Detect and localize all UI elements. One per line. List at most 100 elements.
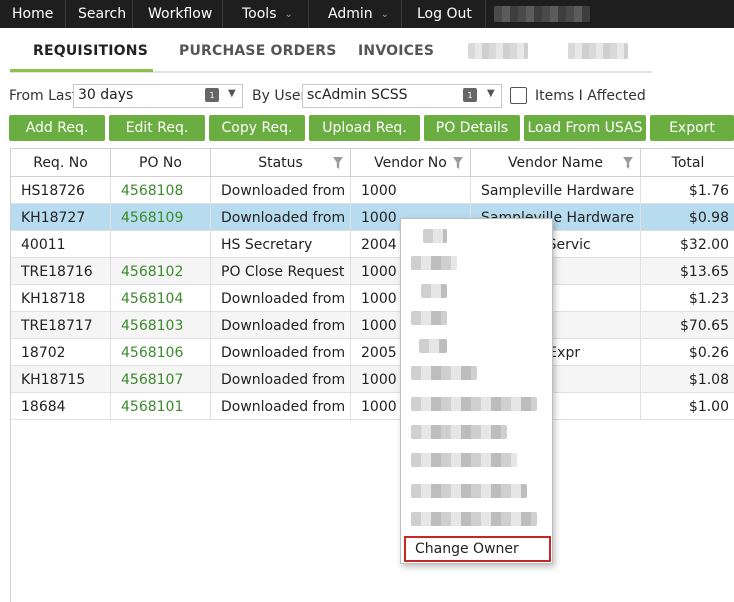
table-row[interactable]: 186844568101Downloaded from US1000Hardwa…: [11, 393, 734, 420]
load-from-usas-button[interactable]: Load From USAS: [524, 115, 646, 141]
by-user-label: By User: [252, 88, 307, 104]
menu-item-redacted[interactable]: [411, 311, 447, 325]
column-label: Vendor No: [374, 155, 447, 171]
table-row[interactable]: HS187264568108Downloaded from US1000Samp…: [11, 177, 734, 204]
by-user-value: scAdmin SCSS: [307, 87, 408, 103]
cell-req-no: HS18726: [11, 177, 111, 204]
chevron-down-icon[interactable]: ▼: [228, 88, 238, 99]
cell-total: $13.65: [680, 263, 729, 280]
cell-status: Downloaded from US: [211, 393, 351, 420]
cell-po-no[interactable]: 4568109: [111, 204, 211, 231]
cell-req-no: 18684: [11, 393, 111, 420]
column-header-total[interactable]: Total: [641, 149, 734, 177]
nav-home[interactable]: Home: [0, 0, 66, 28]
cell-req-no: KH18715: [11, 366, 111, 393]
cell-total: $70.65: [680, 317, 729, 334]
menu-item-redacted[interactable]: [421, 284, 447, 298]
table-row[interactable]: 187024568106Downloaded from US2005Furnit…: [11, 339, 734, 366]
column-header-vendor-no[interactable]: Vendor No: [351, 149, 471, 177]
po-details-button[interactable]: PO Details: [424, 115, 520, 141]
nav-label: Home: [12, 6, 54, 22]
menu-item-redacted[interactable]: [411, 366, 477, 380]
menu-item-redacted[interactable]: [419, 339, 447, 353]
table-row[interactable]: 40011HS Secretary2004es Postal Servic$32…: [11, 231, 734, 258]
tab-redacted[interactable]: [568, 43, 628, 59]
cell-po-no[interactable]: 4568106: [111, 339, 211, 366]
cell-total: $0.26: [688, 344, 729, 361]
calendar-icon[interactable]: 1: [205, 88, 219, 102]
menu-item-redacted[interactable]: [411, 484, 527, 498]
cell-status: Downloaded from US: [211, 339, 351, 366]
items-affected-label: Items I Affected: [535, 88, 646, 104]
context-menu: Change Owner: [400, 218, 553, 564]
column-header-po-no[interactable]: PO No: [111, 149, 211, 177]
tab-invoices[interactable]: INVOICES: [358, 43, 434, 59]
column-header-vendor-name[interactable]: Vendor Name: [471, 149, 641, 177]
from-last-label: From Last: [9, 88, 78, 104]
from-last-value: 30 days: [78, 87, 134, 103]
items-affected-checkbox[interactable]: [510, 87, 527, 104]
cell-status: Downloaded from US: [211, 285, 351, 312]
edit-req-button[interactable]: Edit Req.: [109, 115, 205, 141]
cell-po-no[interactable]: 4568103: [111, 312, 211, 339]
table-row[interactable]: KH187154568107Downloaded from US1000Hard…: [11, 366, 734, 393]
nav-search[interactable]: Search: [66, 0, 133, 28]
grid-header: Req. No PO No Status Vendor No Vendor Na…: [11, 149, 734, 177]
cell-po-no: [111, 231, 211, 258]
nav-label: Admin: [328, 6, 373, 22]
upload-req-button[interactable]: Upload Req.: [309, 115, 420, 141]
column-header-req-no[interactable]: Req. No: [11, 149, 111, 177]
cell-status: Downloaded from US: [211, 366, 351, 393]
calendar-badge: 1: [209, 91, 215, 100]
tab-purchase-orders[interactable]: PURCHASE ORDERS: [179, 43, 337, 59]
nav-label: Tools: [242, 6, 277, 22]
cell-req-no: TRE18716: [11, 258, 111, 285]
menu-item-redacted[interactable]: [411, 425, 507, 439]
chevron-down-icon[interactable]: ▼: [487, 88, 497, 99]
add-req-button[interactable]: Add Req.: [9, 115, 105, 141]
nav-label: Log Out: [417, 6, 472, 22]
chevron-down-icon: ⌄: [284, 8, 293, 20]
column-header-status[interactable]: Status: [211, 149, 351, 177]
filter-icon[interactable]: [333, 157, 343, 169]
column-label: Req. No: [33, 155, 88, 171]
table-row[interactable]: KH187184568104Downloaded from US1000Hard…: [11, 285, 734, 312]
nav-logout[interactable]: Log Out: [402, 0, 486, 28]
nav-admin[interactable]: Admin ⌄: [309, 0, 402, 28]
cell-status: PO Close Request: [211, 258, 351, 285]
nav-workflow[interactable]: Workflow: [133, 0, 223, 28]
cell-status: Downloaded from US: [211, 177, 351, 204]
menu-item-redacted[interactable]: [411, 512, 537, 526]
cell-po-no[interactable]: 4568108: [111, 177, 211, 204]
cell-status: Downloaded from US: [211, 312, 351, 339]
cell-req-no: KH18727: [11, 204, 111, 231]
nav-label: Workflow: [148, 6, 213, 22]
calendar-icon[interactable]: 1: [463, 88, 477, 102]
column-label: Total: [671, 155, 705, 171]
menu-item-redacted[interactable]: [411, 397, 537, 411]
cell-po-no[interactable]: 4568102: [111, 258, 211, 285]
menu-item-redacted[interactable]: [411, 453, 517, 467]
nav-label: Search: [78, 6, 127, 22]
table-row[interactable]: KH187274568109Downloaded from US1000Samp…: [11, 204, 734, 231]
filter-icon[interactable]: [623, 157, 633, 169]
filter-icon[interactable]: [453, 157, 463, 169]
active-tab-indicator: [10, 69, 153, 72]
cell-po-no[interactable]: 4568104: [111, 285, 211, 312]
menu-item-change-owner[interactable]: Change Owner: [404, 536, 551, 562]
tab-redacted[interactable]: [468, 43, 528, 59]
cell-po-no[interactable]: 4568107: [111, 366, 211, 393]
menu-item-redacted[interactable]: [411, 256, 457, 270]
column-label: Vendor Name: [508, 155, 603, 171]
table-row[interactable]: TRE187164568102PO Close Request1000Hardw…: [11, 258, 734, 285]
cell-total: $1.76: [688, 182, 729, 199]
tab-requisitions[interactable]: REQUISITIONS: [33, 43, 148, 59]
cell-po-no[interactable]: 4568101: [111, 393, 211, 420]
table-row[interactable]: TRE187174568103Downloaded from US1000Har…: [11, 312, 734, 339]
copy-req-button[interactable]: Copy Req.: [209, 115, 305, 141]
menu-item-redacted[interactable]: [423, 229, 447, 243]
nav-tools[interactable]: Tools ⌄: [223, 0, 309, 28]
menu-item-label: Change Owner: [415, 541, 519, 557]
export-button[interactable]: Export: [650, 115, 734, 141]
cell-vendor-name: Sampleville Hardware: [471, 177, 641, 204]
